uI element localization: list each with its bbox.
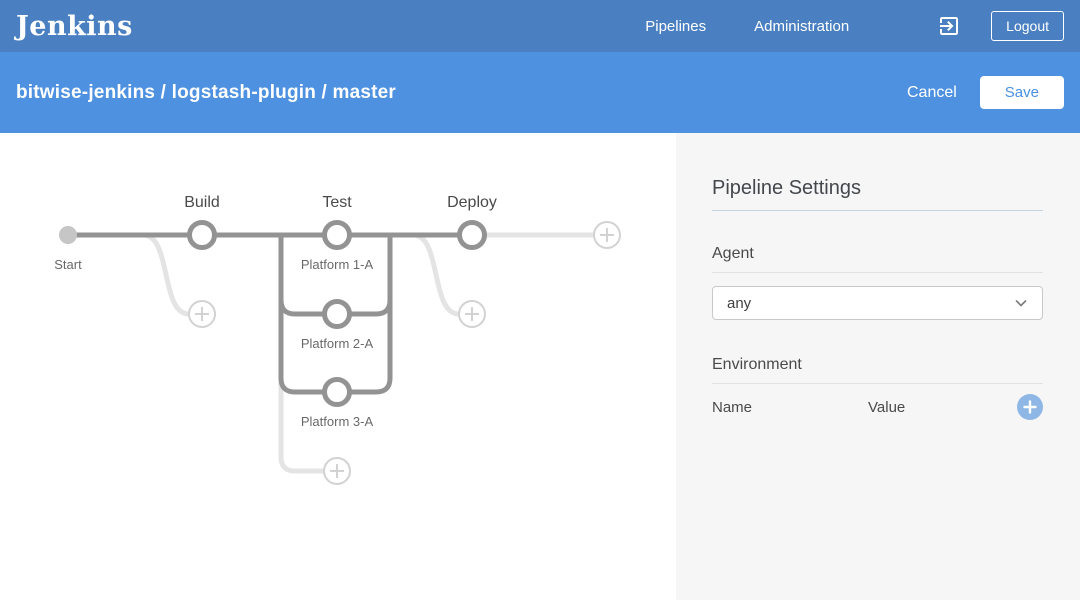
start-label: Start [54,257,82,272]
environment-label: Environment [712,356,1043,384]
start-node [59,226,77,244]
stage-label-deploy: Deploy [447,194,497,211]
breadcrumb: bitwise-jenkins / logstash-plugin / mast… [16,82,396,104]
env-name-header: Name [712,399,868,416]
branch-node-platform-1a[interactable] [325,223,350,248]
top-nav: Pipelines Administration Logout [645,11,1064,41]
env-value-header: Value [868,399,1017,416]
add-branch-button-test[interactable] [324,458,350,484]
panel-title: Pipeline Settings [712,177,1043,211]
stage-node-build[interactable] [190,223,215,248]
agent-select-value: any [727,295,751,312]
top-navbar: Jenkins Pipelines Administration Logout [0,0,1080,52]
stage-node-deploy[interactable] [460,223,485,248]
cancel-button[interactable]: Cancel [907,84,957,102]
pipeline-header: bitwise-jenkins / logstash-plugin / mast… [0,52,1080,133]
header-actions: Cancel Save [907,76,1064,109]
plus-icon [1023,400,1037,414]
agent-label: Agent [712,245,1043,273]
agent-select[interactable]: any [712,286,1043,320]
connector-join-branch2 [349,235,390,314]
main-area: Build Test Deploy Start Platform 1-A Pla… [0,133,1080,600]
stage-label-test: Test [322,194,352,211]
pipeline-graph: Build Test Deploy Start Platform 1-A Pla… [0,133,676,600]
add-branch-button-deploy[interactable] [459,301,485,327]
branch-label-platform-2a: Platform 2-A [301,336,374,351]
pipeline-settings-panel: Pipeline Settings Agent any Environment … [676,133,1080,600]
connector-split-branch2 [281,235,325,314]
connector-add-branch-build [143,235,189,314]
chevron-down-icon [1014,296,1028,310]
environment-header-row: Name Value [712,394,1043,420]
jenkins-logo[interactable]: Jenkins [16,11,133,42]
logout-button[interactable]: Logout [991,11,1064,41]
save-button[interactable]: Save [980,76,1064,109]
pipeline-editor-canvas: Build Test Deploy Start Platform 1-A Pla… [0,133,676,600]
add-stage-button[interactable] [594,222,620,248]
stage-label-build: Build [184,194,220,211]
branch-node-platform-3a[interactable] [325,380,350,405]
add-branch-button-build[interactable] [189,301,215,327]
exit-to-app-icon[interactable] [937,14,961,38]
add-environment-variable-button[interactable] [1017,394,1043,420]
connector-add-branch-deploy [413,235,459,314]
branch-node-platform-2a[interactable] [325,302,350,327]
branch-label-platform-1a: Platform 1-A [301,257,374,272]
branch-label-platform-3a: Platform 3-A [301,414,374,429]
app-root: Jenkins Pipelines Administration Logout … [0,0,1080,600]
nav-item-pipelines[interactable]: Pipelines [645,18,706,35]
nav-item-administration[interactable]: Administration [754,18,849,35]
